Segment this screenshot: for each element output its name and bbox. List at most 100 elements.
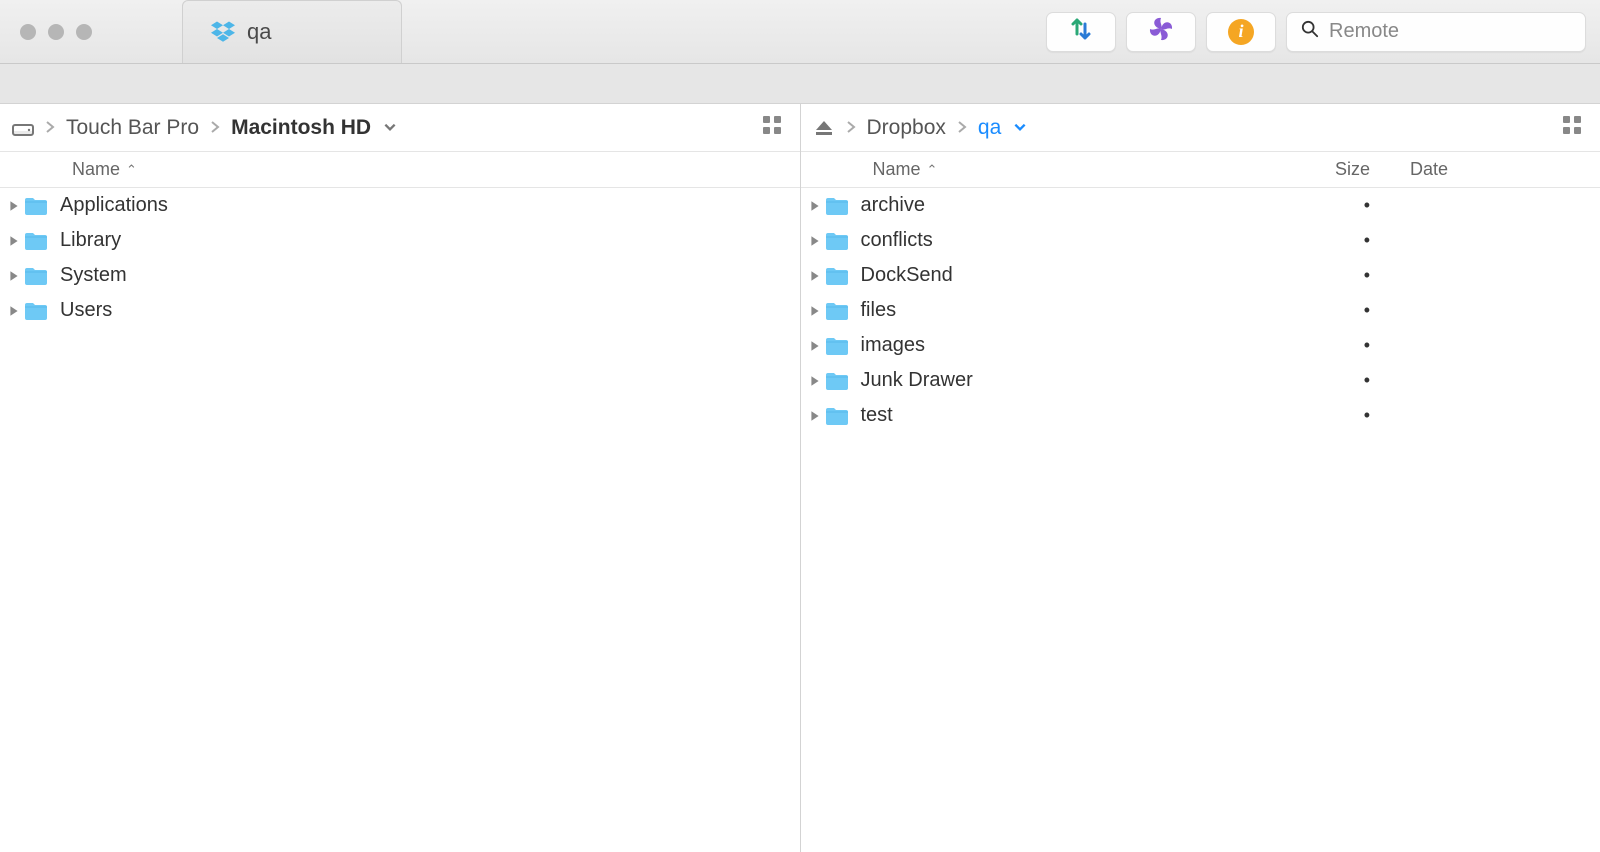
crumb-qa[interactable]: qa (978, 116, 1001, 140)
list-item[interactable]: Applications (0, 188, 800, 223)
item-name: Applications (52, 194, 800, 217)
chevron-right-icon (845, 117, 857, 138)
remote-pane: Dropbox qa Name ⌃ Size Date archive•conf… (801, 104, 1600, 852)
item-name: Junk Drawer (853, 369, 1281, 392)
info-button[interactable]: i (1206, 12, 1276, 52)
list-item[interactable]: images• (801, 328, 1600, 363)
folder-icon (821, 371, 853, 391)
sync-button[interactable] (1046, 12, 1116, 52)
list-item[interactable]: conflicts• (801, 223, 1600, 258)
local-file-list: Applications Library System Users (0, 188, 800, 852)
remote-columns-header: Name ⌃ Size Date (801, 152, 1600, 188)
list-item[interactable]: test• (801, 398, 1600, 433)
folder-icon (20, 196, 52, 216)
column-date[interactable]: Date (1390, 159, 1600, 180)
list-item[interactable]: archive• (801, 188, 1600, 223)
sync-arrows-icon (1068, 16, 1094, 47)
item-name: test (853, 404, 1281, 427)
disclosure-triangle-icon[interactable] (801, 270, 821, 282)
disclosure-triangle-icon[interactable] (801, 305, 821, 317)
disclosure-triangle-icon[interactable] (0, 235, 20, 247)
item-name: Users (52, 299, 800, 322)
crumb-touch-bar-pro[interactable]: Touch Bar Pro (66, 116, 199, 140)
item-name: images (853, 334, 1281, 357)
column-name-label: Name (873, 159, 921, 180)
item-name: Library (52, 229, 800, 252)
search-field-wrap[interactable] (1286, 12, 1586, 52)
sort-ascending-icon: ⌃ (927, 162, 938, 178)
folder-icon (821, 301, 853, 321)
disclosure-triangle-icon[interactable] (801, 235, 821, 247)
local-breadcrumb: Touch Bar Pro Macintosh HD (0, 104, 800, 152)
path-dropdown-icon[interactable] (1013, 116, 1027, 140)
tab-qa[interactable]: qa (182, 0, 402, 63)
local-columns-header: Name ⌃ (0, 152, 800, 188)
tab-title: qa (247, 19, 271, 45)
pinwheel-icon (1148, 16, 1174, 47)
item-size: • (1280, 335, 1390, 356)
disclosure-triangle-icon[interactable] (801, 200, 821, 212)
column-name[interactable]: Name ⌃ (0, 159, 800, 180)
folder-icon (20, 231, 52, 251)
disclosure-triangle-icon[interactable] (801, 375, 821, 387)
chevron-right-icon (44, 117, 56, 138)
titlebar: qa i (0, 0, 1600, 64)
eject-icon[interactable] (813, 119, 835, 137)
drive-icon[interactable] (12, 119, 34, 137)
column-name[interactable]: Name ⌃ (801, 159, 1281, 180)
list-item[interactable]: Junk Drawer• (801, 363, 1600, 398)
item-name: System (52, 264, 800, 287)
column-size[interactable]: Size (1280, 159, 1390, 180)
minimize-window-button[interactable] (48, 24, 64, 40)
folder-icon (821, 406, 853, 426)
window-controls (0, 0, 92, 63)
item-name: files (853, 299, 1281, 322)
view-mode-toggle[interactable] (1562, 115, 1582, 141)
search-input[interactable] (1329, 20, 1594, 43)
item-size: • (1280, 265, 1390, 286)
disclosure-triangle-icon[interactable] (801, 340, 821, 352)
list-item[interactable]: Library (0, 223, 800, 258)
path-dropdown-icon[interactable] (383, 116, 397, 140)
item-size: • (1280, 370, 1390, 391)
item-name: archive (853, 194, 1281, 217)
dropbox-icon (211, 20, 235, 44)
sort-ascending-icon: ⌃ (126, 162, 137, 178)
item-name: conflicts (853, 229, 1281, 252)
remote-breadcrumb: Dropbox qa (801, 104, 1600, 152)
crumb-dropbox[interactable]: Dropbox (867, 116, 946, 140)
close-window-button[interactable] (20, 24, 36, 40)
folder-icon (20, 301, 52, 321)
chevron-right-icon (956, 117, 968, 138)
local-pane: Touch Bar Pro Macintosh HD Name ⌃ Applic… (0, 104, 801, 852)
disclosure-triangle-icon[interactable] (0, 200, 20, 212)
item-size: • (1280, 300, 1390, 321)
view-mode-toggle[interactable] (762, 115, 782, 141)
column-date-label: Date (1410, 159, 1448, 179)
folder-icon (821, 231, 853, 251)
disclosure-triangle-icon[interactable] (801, 410, 821, 422)
column-size-label: Size (1335, 159, 1370, 179)
disclosure-triangle-icon[interactable] (0, 305, 20, 317)
column-name-label: Name (72, 159, 120, 180)
list-item[interactable]: files• (801, 293, 1600, 328)
folder-icon (20, 266, 52, 286)
chevron-right-icon (209, 117, 221, 138)
remote-file-list: archive•conflicts•DockSend•files•images•… (801, 188, 1600, 852)
folder-icon (821, 336, 853, 356)
folder-icon (821, 196, 853, 216)
disclosure-triangle-icon[interactable] (0, 270, 20, 282)
toolbar-right: i (1046, 0, 1586, 63)
item-name: DockSend (853, 264, 1281, 287)
item-size: • (1280, 195, 1390, 216)
zoom-window-button[interactable] (76, 24, 92, 40)
list-item[interactable]: Users (0, 293, 800, 328)
activity-button[interactable] (1126, 12, 1196, 52)
list-item[interactable]: DockSend• (801, 258, 1600, 293)
toolbar-subbar (0, 64, 1600, 104)
item-size: • (1280, 405, 1390, 426)
folder-icon (821, 266, 853, 286)
list-item[interactable]: System (0, 258, 800, 293)
item-size: • (1280, 230, 1390, 251)
crumb-macintosh-hd[interactable]: Macintosh HD (231, 116, 371, 140)
